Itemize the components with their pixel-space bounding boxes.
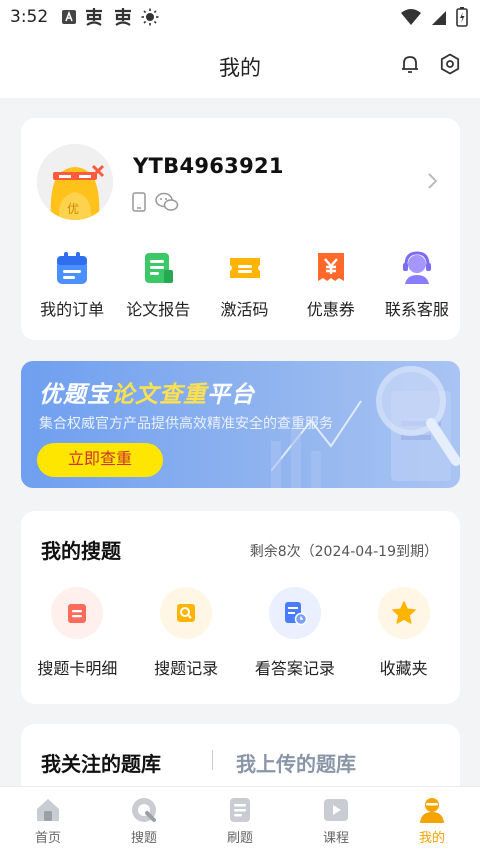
nav-home[interactable]: 首页	[0, 787, 96, 853]
status-notification-icons	[62, 7, 159, 27]
bottom-nav: 首页 搜题 刷题 课程 我的	[0, 786, 480, 853]
quick-action-label: 我的订单	[40, 300, 105, 319]
my-search-title: 我的搜题	[41, 539, 121, 563]
practice-icon	[230, 798, 250, 822]
tab-uploaded-banks[interactable]: 我上传的题库	[236, 748, 356, 777]
search-record-icon-bg	[160, 587, 213, 639]
search-item-label: 搜题记录	[154, 659, 219, 678]
quick-action-report[interactable]: 论文报告	[115, 248, 201, 320]
quick-action-label: 优惠券	[306, 300, 355, 319]
play-icon	[324, 799, 348, 821]
username: YTB4963921	[133, 154, 284, 178]
card-detail-icon-bg	[51, 587, 104, 639]
signal-icon	[432, 11, 446, 25]
app-notification-icon	[115, 8, 132, 26]
search-tab-icon	[132, 798, 156, 822]
search-record-item[interactable]: 搜题记录	[132, 587, 241, 679]
phone-icon	[132, 192, 146, 212]
answer-record-item[interactable]: 看答案记录	[241, 587, 350, 679]
search-card-detail-item[interactable]: 搜题卡明细	[23, 587, 132, 679]
quick-action-coupon[interactable]: 优惠券	[288, 248, 374, 320]
star-icon	[391, 601, 416, 624]
battery-icon	[456, 7, 468, 27]
chevron-right-icon	[428, 173, 438, 189]
search-item-label: 收藏夹	[379, 659, 428, 678]
quick-action-label: 联系客服	[384, 300, 449, 319]
star-icon-bg	[377, 587, 430, 639]
coupon-icon	[317, 253, 344, 281]
notification-button[interactable]	[398, 52, 422, 80]
settings-button[interactable]	[438, 52, 462, 80]
nav-label: 首页	[34, 831, 61, 846]
nav-courses[interactable]: 课程	[288, 787, 384, 853]
quick-action-label: 激活码	[220, 300, 269, 319]
check-now-button[interactable]: 立即查重	[37, 443, 163, 477]
nav-practice[interactable]: 刷题	[192, 787, 288, 853]
card-detail-icon	[68, 604, 87, 623]
status-time: 3:52	[10, 7, 49, 27]
plagiarism-check-banner[interactable]: 优题宝论文查重平台 集合权威官方产品提供高效精准安全的查重服务 立即查重	[21, 361, 460, 488]
app-notification-icon	[86, 8, 103, 26]
answer-record-icon-bg	[268, 587, 321, 639]
tab-followed-banks[interactable]: 我关注的题库	[41, 748, 161, 777]
profile-detail-button[interactable]	[425, 171, 439, 195]
brightness-icon	[141, 8, 159, 26]
wifi-icon	[401, 9, 421, 25]
quick-actions: 我的订单 论文报告 激活码 优惠券 联系客服	[21, 248, 460, 320]
avatar-badge-text: 优	[67, 202, 80, 216]
page-header: 我的	[0, 34, 480, 98]
quick-action-label: 论文报告	[126, 300, 191, 319]
a-badge-icon	[62, 10, 77, 24]
search-item-label: 搜题卡明细	[37, 659, 118, 678]
nav-label: 搜题	[130, 831, 157, 846]
banner-title: 优题宝论文查重平台	[39, 375, 255, 409]
banner-title-highlight: 论文查重	[111, 382, 207, 408]
headset-icon	[402, 251, 431, 284]
banner-subtitle: 集合权威官方产品提供高效精准安全的查重服务	[39, 416, 333, 432]
my-search-card: 我的搜题 剩余8次（2024-04-19到期） 搜题卡明细 搜题记录 看答案记录…	[21, 511, 460, 704]
document-icon	[145, 253, 174, 283]
wechat-binding[interactable]	[155, 192, 179, 216]
banner-title-suffix: 平台	[207, 382, 255, 408]
banner-title-prefix: 优题宝	[39, 382, 111, 408]
gear-icon	[440, 53, 460, 75]
answer-record-icon	[284, 602, 308, 626]
favorites-item[interactable]: 收藏夹	[349, 587, 458, 679]
search-item-label: 看答案记录	[254, 659, 335, 678]
nav-search[interactable]: 搜题	[96, 787, 192, 853]
quick-action-activation-code[interactable]: 激活码	[201, 248, 287, 320]
calendar-icon	[57, 252, 88, 284]
quick-action-orders[interactable]: 我的订单	[29, 248, 115, 320]
search-record-icon	[177, 604, 196, 622]
tab-divider	[212, 750, 213, 770]
nav-label: 刷题	[226, 831, 253, 846]
profile-card: 优 YTB4963921 我的订单 论文报告 激活码 优惠券 联系客服	[21, 118, 460, 340]
bell-icon	[402, 56, 418, 73]
phone-binding[interactable]	[132, 192, 146, 216]
quick-action-customer-service[interactable]: 联系客服	[374, 248, 460, 320]
nav-label: 课程	[322, 831, 349, 846]
nav-label: 我的	[418, 831, 445, 846]
user-icon	[420, 798, 444, 823]
nav-mine[interactable]: 我的	[384, 787, 480, 853]
my-search-items: 搜题卡明细 搜题记录 看答案记录 收藏夹	[21, 587, 460, 679]
status-bar: 3:52	[0, 0, 480, 34]
ticket-icon	[229, 258, 260, 278]
remaining-count: 剩余8次（2024-04-19到期）	[249, 544, 438, 560]
wechat-icon	[155, 192, 179, 211]
avatar[interactable]: 优	[37, 144, 113, 220]
home-icon	[37, 799, 59, 821]
